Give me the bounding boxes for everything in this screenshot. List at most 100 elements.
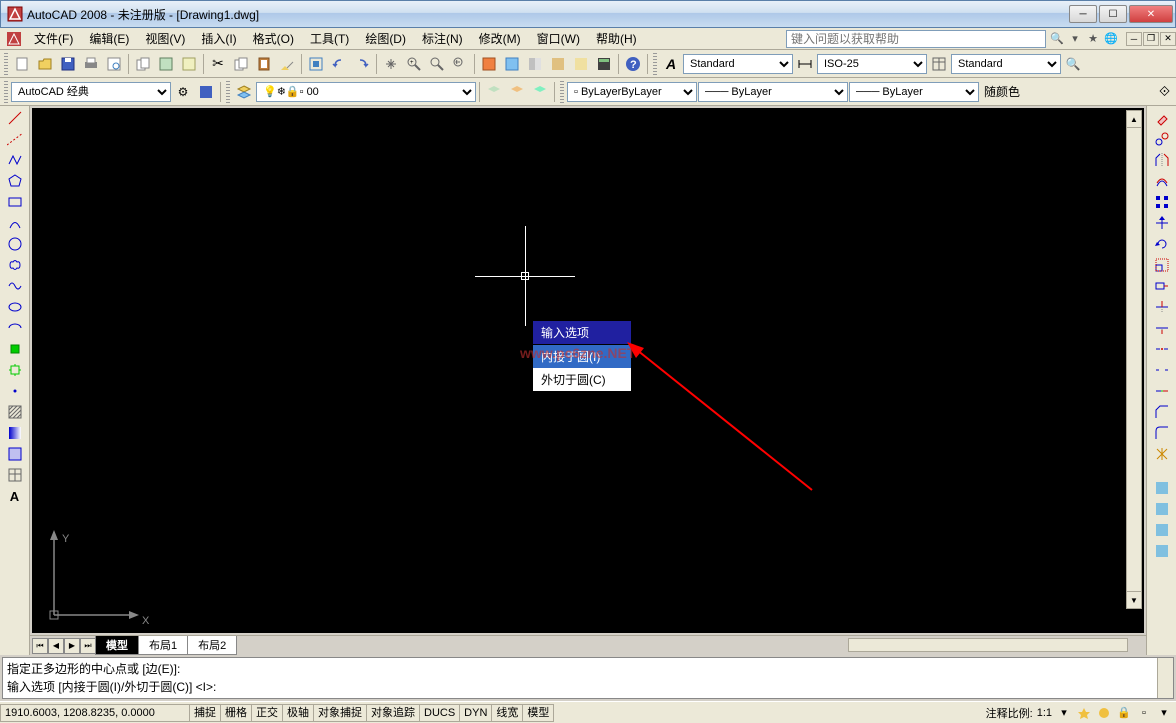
mtext-button[interactable]: A bbox=[4, 486, 26, 506]
toolbar-grip[interactable] bbox=[560, 81, 564, 103]
cut-button[interactable]: ✂ bbox=[207, 53, 229, 75]
menu-format[interactable]: 格式(O) bbox=[245, 28, 302, 49]
line-button[interactable] bbox=[4, 108, 26, 128]
workspace-combo[interactable]: AutoCAD 经典 bbox=[11, 82, 171, 102]
rotate-button[interactable] bbox=[1151, 234, 1173, 254]
ellipse-button[interactable] bbox=[4, 297, 26, 317]
quickcalc-button[interactable] bbox=[593, 53, 615, 75]
mdi-close-button[interactable]: ✕ bbox=[1160, 32, 1176, 46]
lineweight-combo[interactable]: ─── ByLayer bbox=[849, 82, 979, 102]
annotation-visibility-icon[interactable] bbox=[1076, 705, 1092, 721]
layer-states-button[interactable] bbox=[483, 81, 505, 103]
dyn-toggle[interactable]: DYN bbox=[459, 704, 492, 722]
close-button[interactable]: ✕ bbox=[1129, 5, 1173, 23]
design-center-button[interactable] bbox=[501, 53, 523, 75]
break-button[interactable] bbox=[1151, 360, 1173, 380]
tab-first-button[interactable]: ⏮ bbox=[32, 638, 48, 654]
dim-style-button[interactable] bbox=[794, 53, 816, 75]
break-at-point-button[interactable] bbox=[1151, 339, 1173, 359]
zoom-realtime-button[interactable]: + bbox=[403, 53, 425, 75]
copy-object-button[interactable] bbox=[1151, 129, 1173, 149]
workspace-settings-button[interactable]: ⚙ bbox=[172, 81, 194, 103]
move-button[interactable] bbox=[1151, 213, 1173, 233]
menu-modify[interactable]: 修改(M) bbox=[471, 28, 529, 49]
polar-toggle[interactable]: 极轴 bbox=[282, 704, 314, 722]
drawing-canvas[interactable]: 输入选项 内接于圆(I) 外切于圆(C) www.pc6zne.NET Y X bbox=[32, 108, 1144, 633]
join-button[interactable] bbox=[1151, 381, 1173, 401]
menu-tools[interactable]: 工具(T) bbox=[302, 28, 357, 49]
menu-edit[interactable]: 编辑(E) bbox=[81, 28, 137, 49]
zoom-window-button[interactable] bbox=[426, 53, 448, 75]
vertical-scrollbar[interactable] bbox=[1126, 110, 1142, 609]
table-style-button[interactable] bbox=[928, 53, 950, 75]
menu-insert[interactable]: 插入(I) bbox=[193, 28, 244, 49]
save-button[interactable] bbox=[57, 53, 79, 75]
text-style-combo[interactable]: Standard bbox=[683, 54, 793, 74]
globe-icon[interactable]: 🌐 bbox=[1104, 32, 1118, 46]
sheet-set-manager-button[interactable] bbox=[547, 53, 569, 75]
menu-dimension[interactable]: 标注(N) bbox=[414, 28, 471, 49]
toolbar-grip[interactable] bbox=[653, 53, 657, 75]
publish-button[interactable] bbox=[132, 53, 154, 75]
model-toggle[interactable]: 模型 bbox=[522, 704, 554, 722]
annotation-scale-dropdown-icon[interactable]: ▾ bbox=[1056, 705, 1072, 721]
tab-model[interactable]: 模型 bbox=[95, 636, 139, 655]
tab-layout2[interactable]: 布局2 bbox=[187, 636, 237, 655]
dropdown-icon[interactable]: ▾ bbox=[1068, 32, 1082, 46]
clean-screen-icon[interactable]: ▾ bbox=[1156, 705, 1172, 721]
command-scrollbar[interactable] bbox=[1157, 658, 1173, 698]
text-style-button[interactable]: A bbox=[660, 53, 682, 75]
make-block-button[interactable] bbox=[4, 360, 26, 380]
palette-group-2[interactable] bbox=[1151, 499, 1173, 519]
help-search-input[interactable] bbox=[786, 30, 1046, 48]
block-editor-button[interactable] bbox=[305, 53, 327, 75]
tab-last-button[interactable]: ⏭ bbox=[80, 638, 96, 654]
coordinates-display[interactable]: 1910.6003, 1208.8235, 0.0000 bbox=[0, 704, 190, 722]
ducs-toggle[interactable]: DUCS bbox=[419, 704, 460, 722]
command-text[interactable]: 指定正多边形的中心点或 [边(E)]: 输入选项 [内接于圆(I)/外切于圆(C… bbox=[3, 658, 1157, 698]
command-line[interactable]: 指定正多边形的中心点或 [边(E)]: 输入选项 [内接于圆(I)/外切于圆(C… bbox=[2, 657, 1174, 699]
revision-cloud-button[interactable] bbox=[4, 255, 26, 275]
match-properties-button[interactable] bbox=[276, 53, 298, 75]
circle-button[interactable] bbox=[4, 234, 26, 254]
grid-toggle[interactable]: 栅格 bbox=[220, 704, 252, 722]
trim-button[interactable] bbox=[1151, 297, 1173, 317]
ortho-toggle[interactable]: 正交 bbox=[251, 704, 283, 722]
extend-button[interactable] bbox=[1151, 318, 1173, 338]
annotation-scale-value[interactable]: 1:1 bbox=[1037, 707, 1052, 719]
lwt-toggle[interactable]: 线宽 bbox=[491, 704, 523, 722]
open-button[interactable] bbox=[34, 53, 56, 75]
palette-group-3[interactable] bbox=[1151, 520, 1173, 540]
point-button[interactable] bbox=[4, 381, 26, 401]
undo-button[interactable] bbox=[328, 53, 350, 75]
table-button[interactable] bbox=[4, 465, 26, 485]
layer-properties-button[interactable] bbox=[233, 81, 255, 103]
paste-button[interactable] bbox=[253, 53, 275, 75]
tab-layout1[interactable]: 布局1 bbox=[138, 636, 188, 655]
polyline-button[interactable] bbox=[4, 150, 26, 170]
copy-button[interactable] bbox=[230, 53, 252, 75]
menu-help[interactable]: 帮助(H) bbox=[588, 28, 645, 49]
dim-style-combo[interactable]: ISO-25 bbox=[817, 54, 927, 74]
offset-button[interactable] bbox=[1151, 171, 1173, 191]
search-icon[interactable]: 🔍 bbox=[1050, 32, 1064, 46]
minimize-button[interactable]: ─ bbox=[1069, 5, 1097, 23]
spline-button[interactable] bbox=[4, 276, 26, 296]
sheet-set-button[interactable] bbox=[178, 53, 200, 75]
properties-button[interactable] bbox=[478, 53, 500, 75]
table-style-combo[interactable]: Standard bbox=[951, 54, 1061, 74]
search-button[interactable]: 🔍 bbox=[1062, 53, 1084, 75]
print-button[interactable] bbox=[80, 53, 102, 75]
snap-toggle[interactable]: 捕捉 bbox=[189, 704, 221, 722]
insert-block-button[interactable] bbox=[4, 339, 26, 359]
zoom-previous-button[interactable] bbox=[449, 53, 471, 75]
palette-group-4[interactable] bbox=[1151, 541, 1173, 561]
scale-button[interactable] bbox=[1151, 255, 1173, 275]
lock-ui-icon[interactable]: 🔒 bbox=[1116, 705, 1132, 721]
tab-next-button[interactable]: ▶ bbox=[64, 638, 80, 654]
arc-button[interactable] bbox=[4, 213, 26, 233]
rectangle-button[interactable] bbox=[4, 192, 26, 212]
redo-button[interactable] bbox=[351, 53, 373, 75]
osnap-toggle[interactable]: 对象捕捉 bbox=[313, 704, 367, 722]
polygon-button[interactable] bbox=[4, 171, 26, 191]
